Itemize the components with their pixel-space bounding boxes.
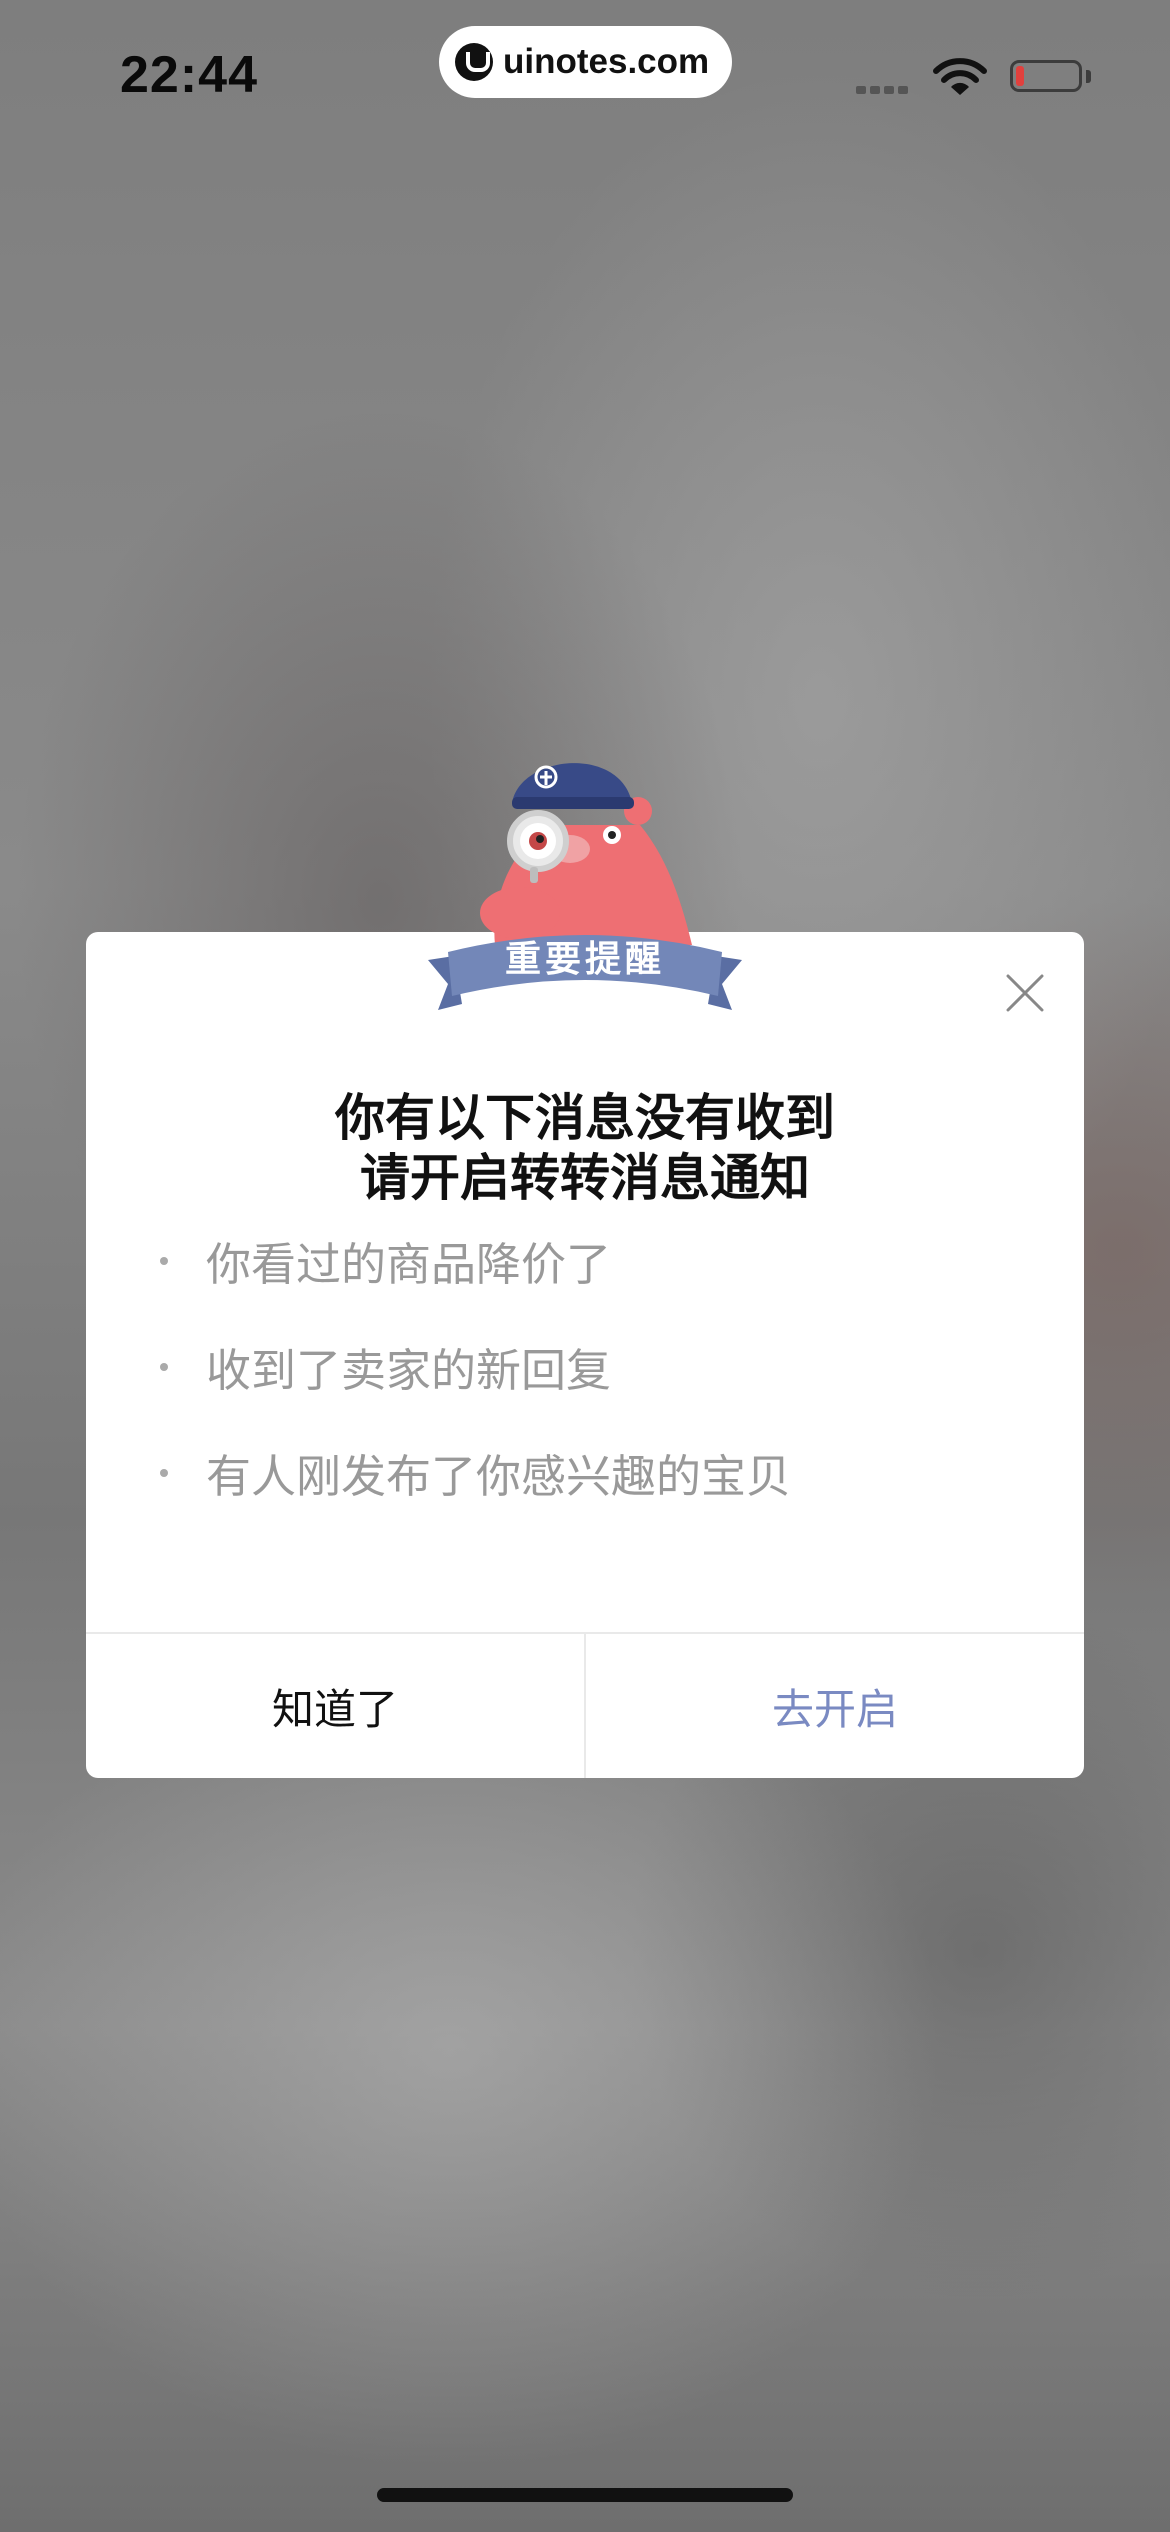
list-item-text: 你看过的商品降价了 (206, 1238, 612, 1291)
status-time: 22:44 (120, 46, 258, 104)
url-badge: uinotes.com (439, 26, 732, 98)
battery-icon (1010, 60, 1082, 92)
battery-level (1016, 66, 1024, 86)
bullet-dot-icon (160, 1256, 168, 1265)
url-text: uinotes.com (503, 42, 710, 81)
list-item-text: 有人刚发布了你感兴趣的宝贝 (206, 1450, 792, 1503)
wifi-icon (933, 58, 987, 95)
ribbon-label: 重要提醒 (504, 939, 665, 980)
home-indicator[interactable] (377, 2488, 793, 2502)
bullet-dot-icon (160, 1362, 168, 1371)
uinotes-logo-icon (455, 43, 493, 81)
battery-cap (1086, 70, 1091, 83)
list-item: 收到了卖家的新回复 (160, 1334, 611, 1399)
list-item-text: 收到了卖家的新回复 (206, 1344, 612, 1397)
bullet-dot-icon (160, 1468, 168, 1477)
enable-notifications-button[interactable]: 去开启 (586, 1634, 1084, 1778)
list-item: 有人刚发布了你感兴趣的宝贝 (160, 1440, 791, 1505)
dismiss-button[interactable]: 知道了 (86, 1634, 584, 1778)
close-icon[interactable] (1000, 968, 1050, 1018)
list-item: 你看过的商品降价了 (160, 1228, 611, 1293)
dialog-title-line-2: 请开启转转消息通知 (360, 1149, 810, 1207)
signal-icon (856, 86, 908, 94)
